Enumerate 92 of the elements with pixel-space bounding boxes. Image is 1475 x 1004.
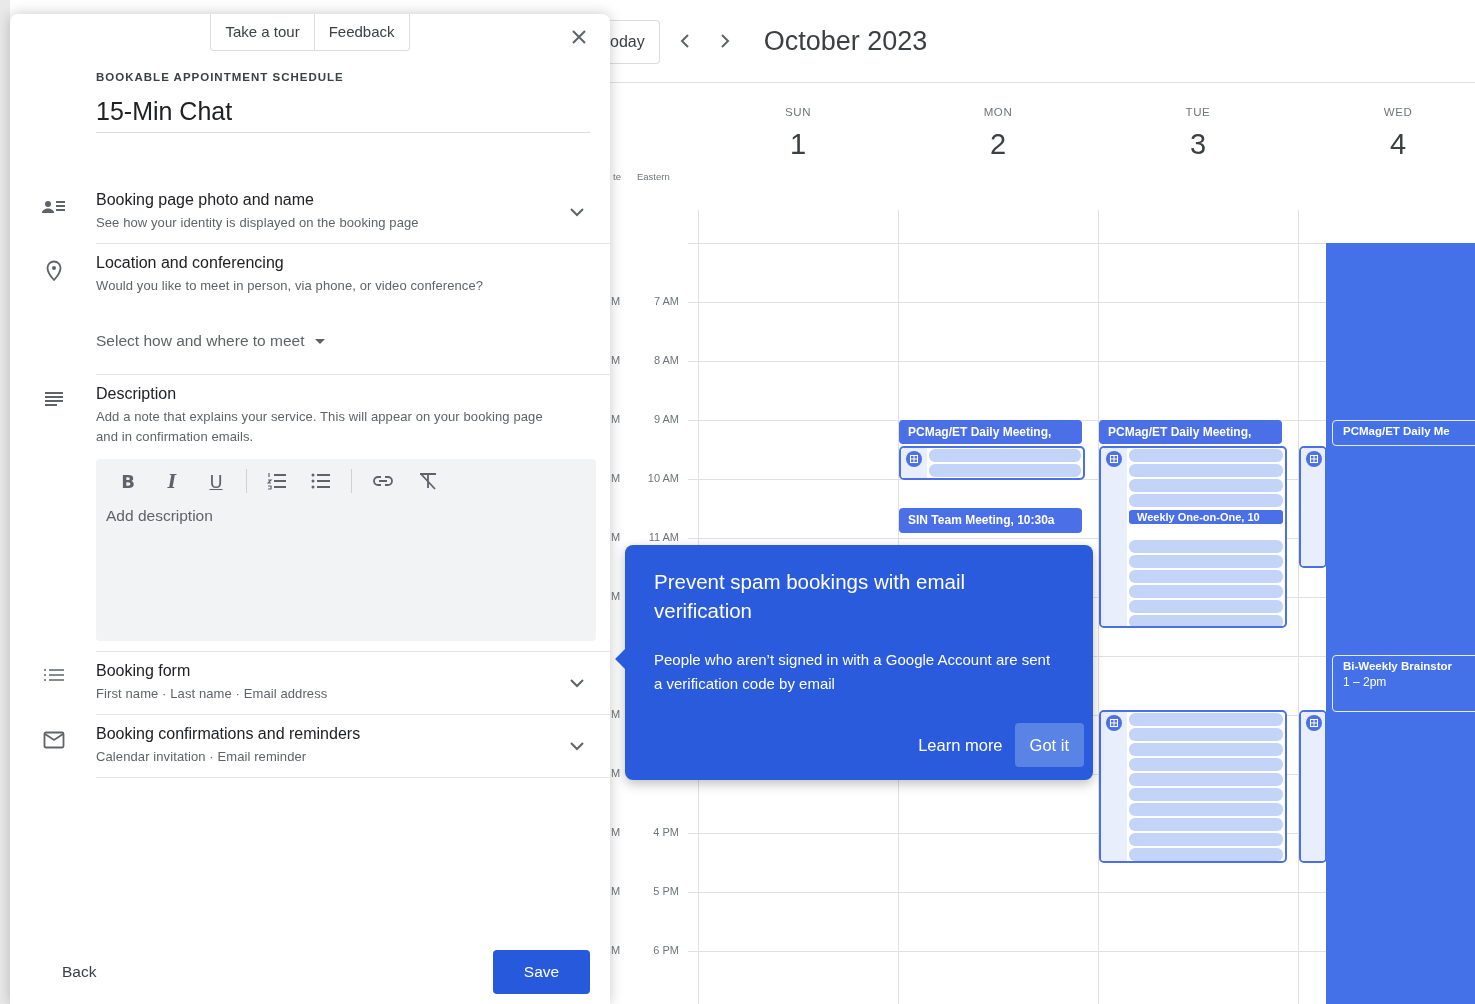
weekday-label: WED <box>1383 106 1413 118</box>
section-title: Booking page photo and name <box>96 191 315 209</box>
date-number[interactable]: 2 <box>989 128 1007 161</box>
hour-label: M <box>611 472 621 484</box>
event-outline[interactable]: Bi-Weekly Brainstor 1 – 2pm <box>1332 655 1475 712</box>
hour-label: M <box>611 354 621 366</box>
list-icon <box>43 668 65 682</box>
hour-label: M <box>611 767 621 779</box>
bulleted-list-icon[interactable] <box>311 473 331 489</box>
event-chip[interactable]: PCMag/ET Daily Meeting, <box>1099 420 1282 444</box>
section-subtitle: Would you like to meet in person, via phone, or video conference? <box>96 277 485 295</box>
chevron-icon[interactable] <box>570 678 584 688</box>
link-icon[interactable] <box>372 475 394 487</box>
event-group[interactable] <box>899 446 1085 480</box>
section-title: Booking form <box>96 662 192 680</box>
section-subtitle: See how your identity is displayed on the booking page <box>96 214 420 232</box>
section-title: Booking confirmations and reminders <box>96 725 362 743</box>
calendar-grid-icon <box>906 451 922 467</box>
chevron-icon[interactable] <box>570 207 584 217</box>
weekday-label: MON <box>983 106 1013 118</box>
mail-icon <box>43 731 65 749</box>
hour-label: M <box>611 413 621 425</box>
calendar-grid-icon <box>1306 715 1322 731</box>
section-subtitle: First name · Last name · Email address <box>96 685 329 703</box>
event-group[interactable]: Weekly One-on-One, 10 <box>1099 446 1287 628</box>
save-button[interactable]: Save <box>493 950 590 994</box>
weekday-label: SUN <box>784 106 812 118</box>
section-title: Location and conferencing <box>96 254 285 272</box>
event-time: 1 – 2pm <box>1343 675 1387 689</box>
event-outline[interactable]: PCMag/ET Daily Me <box>1332 420 1475 446</box>
hour-label: M <box>611 708 621 720</box>
date-number[interactable]: 3 <box>1189 128 1207 161</box>
event-group[interactable] <box>1299 446 1327 568</box>
tour-button[interactable]: Feedback <box>313 14 409 50</box>
today-button[interactable]: oday <box>610 20 660 64</box>
tip-title: Prevent spam bookings with email verification <box>654 569 967 624</box>
date-number[interactable]: 1 <box>789 128 807 161</box>
location-dropdown[interactable]: Select how and where to meet <box>96 332 325 350</box>
event-title: PCMag/ET Daily Me <box>1343 425 1450 437</box>
location-pin-icon <box>45 260 63 282</box>
title-field[interactable]: 15-Min Chat <box>96 97 590 133</box>
section-subtitle: Add a note that explains your service. This will appear on your booking page and in confirmation emails. <box>96 408 544 446</box>
hour-label: M <box>611 885 621 897</box>
event-chip[interactable]: Weekly One-on-One, 10 <box>1129 510 1283 524</box>
format-button[interactable]: U <box>194 466 238 496</box>
format-button[interactable]: B <box>106 466 150 496</box>
tip-body: People who aren’t signed in with a Google Account are sent a verification code by email <box>654 650 1052 694</box>
event-title: Bi-Weekly Brainstor <box>1343 660 1453 672</box>
event-group[interactable] <box>1099 710 1287 863</box>
weekday-label: TUE <box>1185 106 1211 118</box>
hour-label: 8 AM <box>653 354 679 366</box>
hour-label: 11 AM <box>648 531 679 543</box>
clear-format-icon[interactable] <box>418 472 438 490</box>
timezone-label: Eastern <box>636 171 670 182</box>
hour-label: M <box>611 295 621 307</box>
hour-label: 6 PM <box>653 944 679 956</box>
format-button[interactable]: I <box>150 466 194 496</box>
hour-label: M <box>611 531 621 543</box>
hour-label: 4 PM <box>653 826 679 838</box>
calendar-grid-icon <box>1106 451 1122 467</box>
numbered-list-icon[interactable] <box>267 472 287 490</box>
description-editor[interactable]: B I U Add description <box>96 459 596 641</box>
date-number[interactable]: 4 <box>1389 128 1407 161</box>
timezone-label: te <box>613 171 621 182</box>
back-button[interactable]: Back <box>52 955 107 989</box>
calendar-grid-icon <box>1106 715 1122 731</box>
close-button[interactable] <box>572 30 586 44</box>
chevron-left-icon <box>679 33 690 49</box>
description-placeholder: Add description <box>106 507 214 525</box>
hour-label: 5 PM <box>653 885 679 897</box>
hour-label: 7 AM <box>653 295 679 307</box>
tour-button[interactable]: Take a tour <box>211 14 314 50</box>
event-group[interactable] <box>1299 710 1327 863</box>
hour-label: 9 AM <box>653 413 679 425</box>
dropdown-caret-icon <box>314 338 325 344</box>
section-subtitle: Calendar invitation · Email reminder <box>96 748 308 766</box>
hour-label: 10 AM <box>647 472 679 484</box>
text-lines-icon <box>44 391 64 407</box>
chevron-icon[interactable] <box>570 741 584 751</box>
month-title: October 2023 <box>763 25 928 57</box>
event-chip[interactable]: SIN Team Meeting, 10:30a <box>899 508 1082 533</box>
section-title: Description <box>96 385 178 403</box>
chevron-right-icon <box>719 33 730 49</box>
got-it-button[interactable]: Got it <box>1014 723 1084 767</box>
event-chip[interactable]: PCMag/ET Daily Meeting, <box>899 420 1082 444</box>
hour-label: M <box>611 590 621 602</box>
calendar-grid-icon <box>1306 451 1322 467</box>
hour-label: M <box>611 826 621 838</box>
close-icon <box>572 30 586 44</box>
learn-more-link[interactable]: Learn more <box>916 723 1005 767</box>
hour-label: M <box>611 944 621 956</box>
schedule-type-label: BOOKABLE APPOINTMENT SCHEDULE <box>96 71 345 83</box>
